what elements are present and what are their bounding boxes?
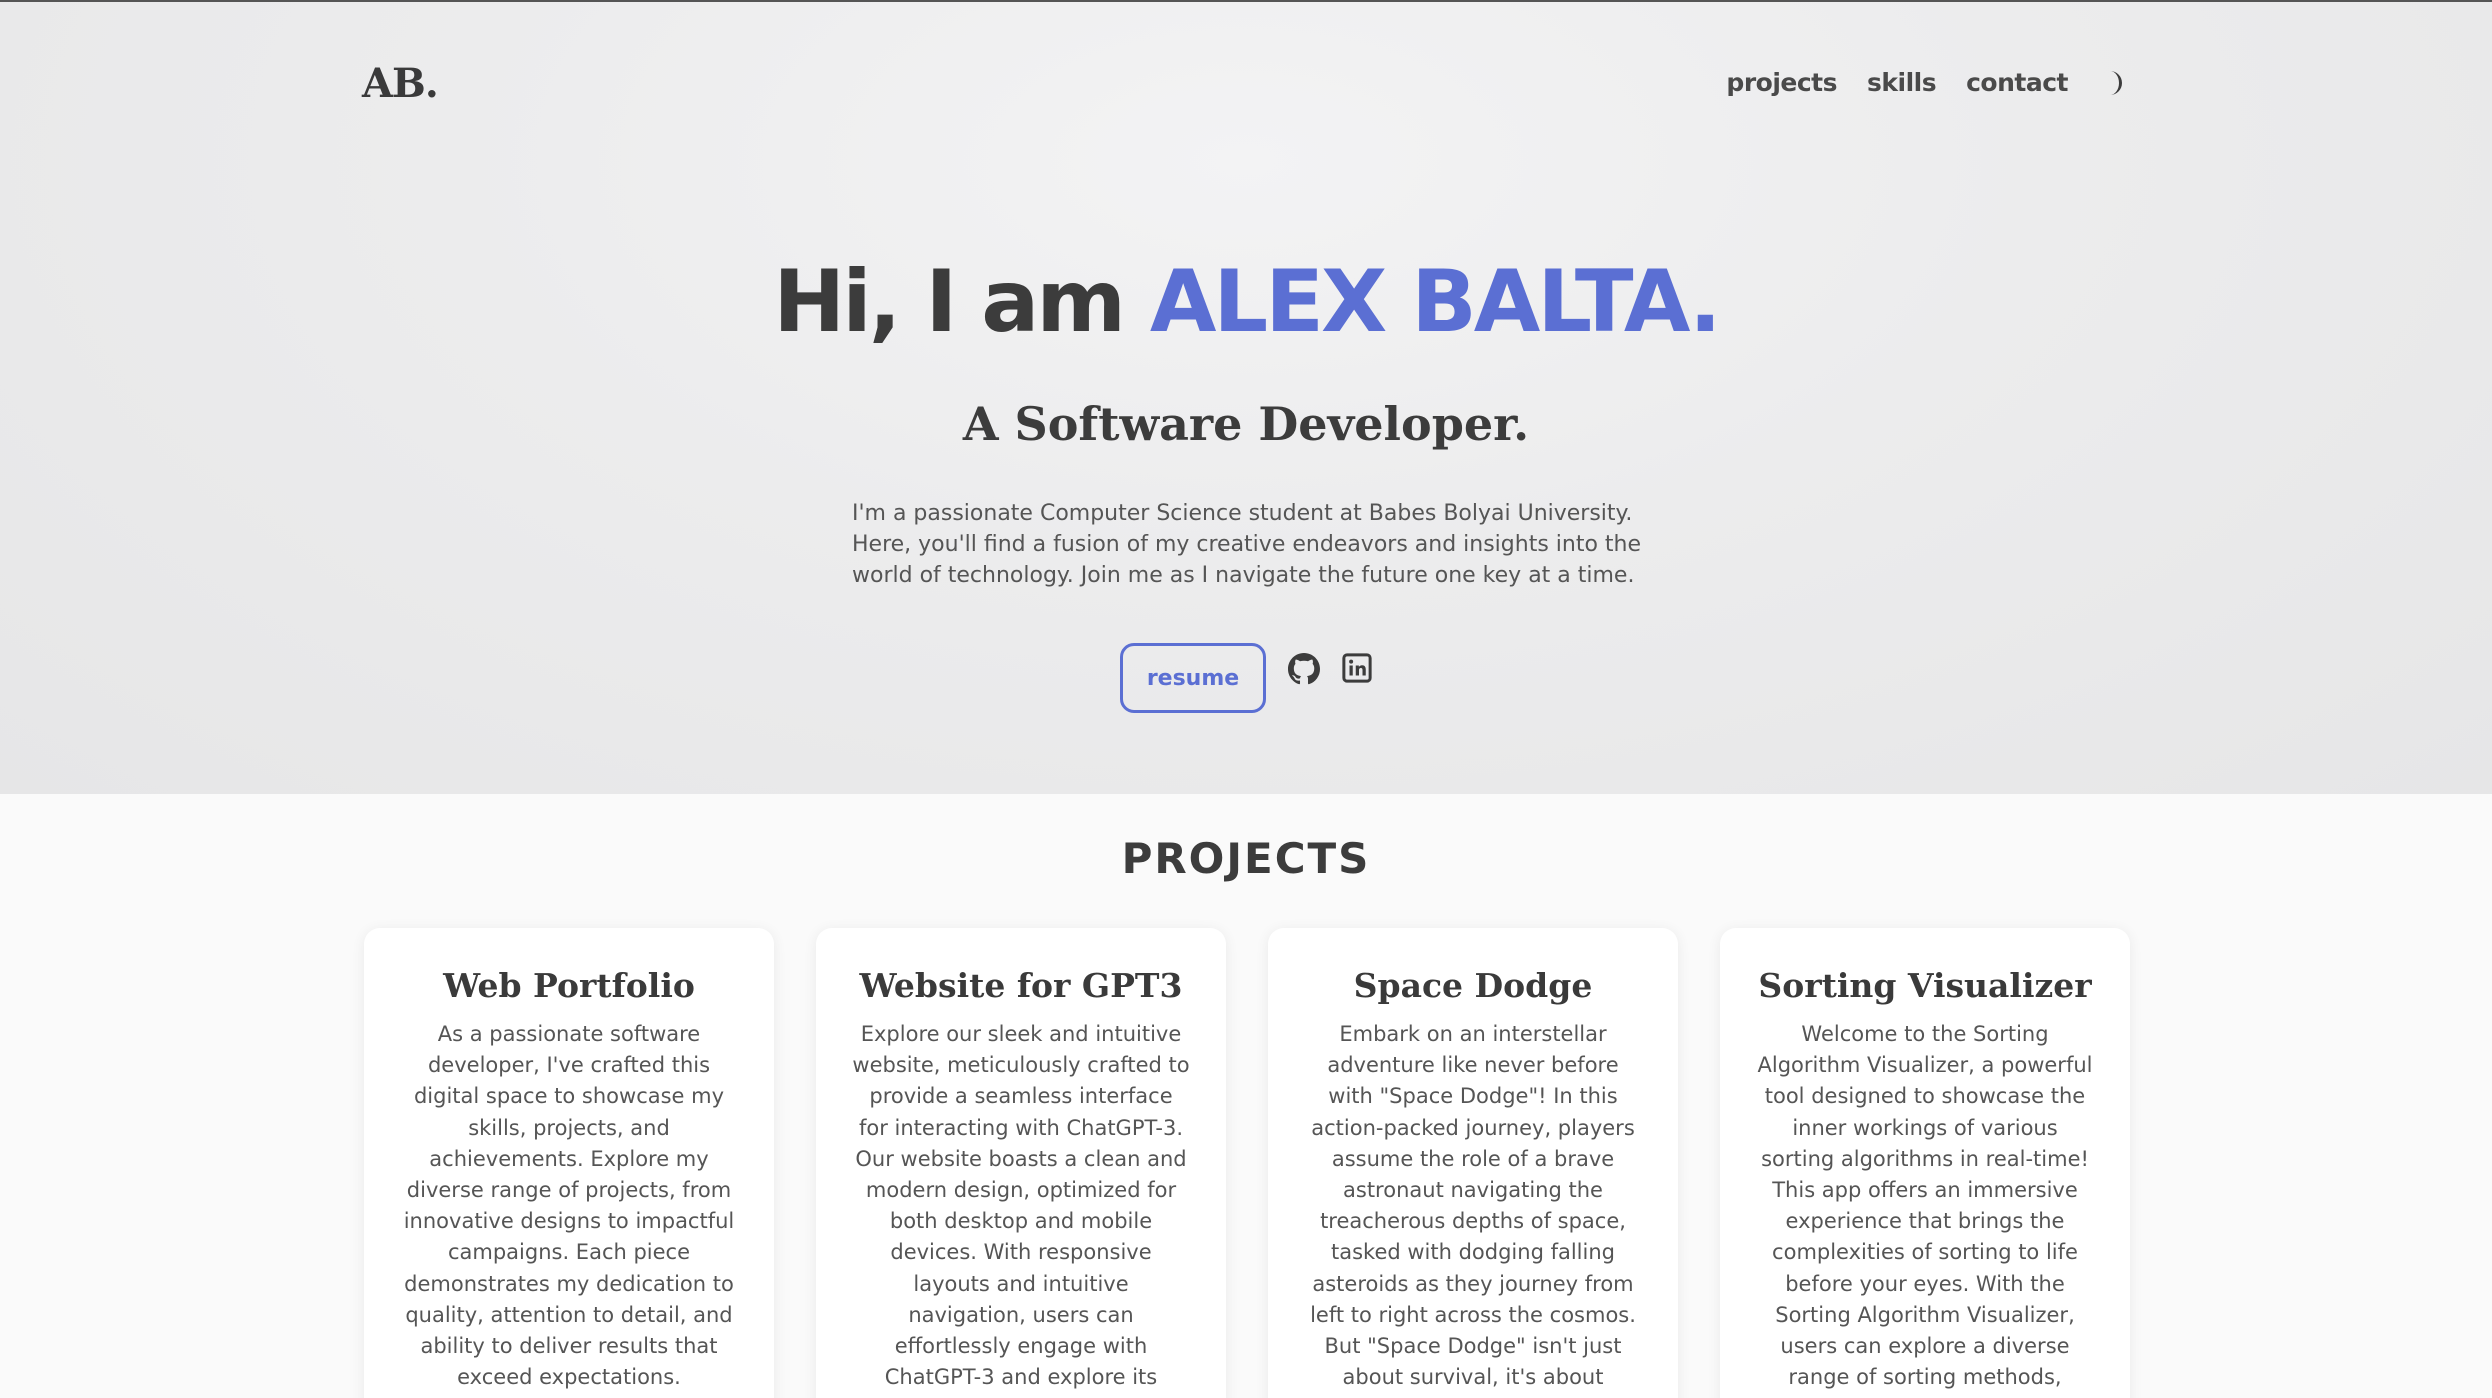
nav-skills-link[interactable]: skills [1867, 68, 1937, 97]
moon-icon[interactable] [2104, 70, 2126, 96]
nav-projects-link[interactable]: projects [1726, 68, 1837, 97]
projects-grid: Web Portfolio As a passionate software d… [364, 928, 2130, 1398]
project-card-web-portfolio[interactable]: Web Portfolio As a passionate software d… [364, 928, 774, 1398]
hero-name: ALEX BALTA. [1149, 252, 1722, 352]
hero-actions: resume [1120, 642, 1374, 713]
project-description: As a passionate software developer, I've… [403, 1022, 735, 1390]
project-card-space-dodge[interactable]: Space Dodge Embark on an interstellar ad… [1268, 928, 1678, 1398]
github-icon[interactable] [1288, 653, 1320, 685]
project-description: Welcome to the Sorting Algorithm Visuali… [1757, 1022, 2093, 1390]
project-title: Website for GPT3 [859, 966, 1183, 1005]
project-card-website-gpt3[interactable]: Website for GPT3 Explore our sleek and i… [816, 928, 1226, 1398]
greeting-text: Hi, I am [773, 252, 1150, 352]
site-logo[interactable]: AB. [362, 60, 439, 107]
projects-heading: PROJECTS [1121, 834, 1371, 883]
hero-intro: I'm a passionate Computer Science studen… [852, 501, 1642, 588]
project-card-sorting-visualizer[interactable]: Sorting Visualizer Welcome to the Sortin… [1720, 928, 2130, 1398]
project-description: Explore our sleek and intuitive website,… [852, 1022, 1190, 1390]
project-title: Web Portfolio [443, 966, 695, 1005]
hero-section: AB. projects skills contact Hi, I am ALE… [0, 0, 2492, 794]
hero-title: Hi, I am ALEX BALTA. [0, 252, 2492, 352]
project-title: Sorting Visualizer [1758, 966, 2092, 1005]
main-nav: projects skills contact [1726, 68, 2126, 97]
resume-button[interactable]: resume [1120, 643, 1266, 713]
hero-subtitle: A Software Developer. [962, 397, 1530, 451]
nav-contact-link[interactable]: contact [1966, 68, 2068, 97]
project-description: Embark on an interstellar adventure like… [1310, 1022, 1636, 1390]
project-title: Space Dodge [1353, 966, 1593, 1005]
linkedin-icon[interactable] [1342, 653, 1374, 685]
